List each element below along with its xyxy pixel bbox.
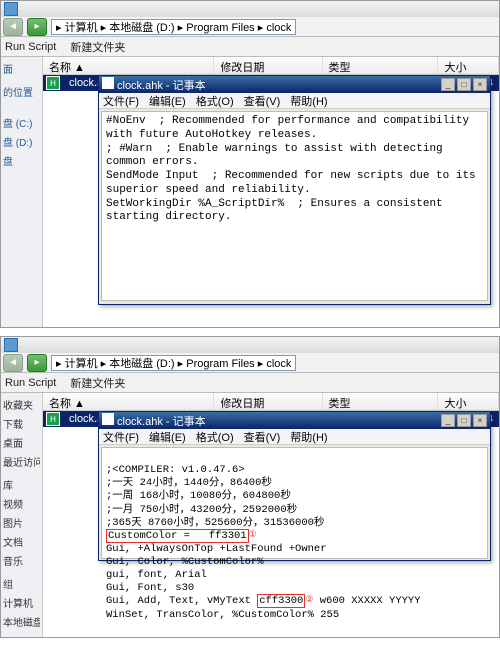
nav-forward-button[interactable]: ▸ bbox=[27, 354, 47, 372]
sidebar-item[interactable]: 桌面 bbox=[3, 435, 40, 450]
highlight-cff3300: cff3300 bbox=[257, 594, 305, 608]
notepad-menu: 文件(F) 编辑(E) 格式(O) 查看(V) 帮助(H) bbox=[99, 93, 490, 109]
menu-format[interactable]: 格式(O) bbox=[196, 93, 234, 108]
nav-back-button[interactable]: ◄ bbox=[3, 18, 23, 36]
sidebar-item[interactable]: 收藏夹 bbox=[3, 397, 40, 412]
notepad-textarea[interactable]: #NoEnv ; Recommended for performance and… bbox=[101, 111, 488, 301]
column-headers[interactable]: 名称 ▲ 修改日期 类型 大小 bbox=[43, 393, 499, 411]
sidebar-item[interactable]: 盘 bbox=[3, 153, 40, 168]
sidebar-item[interactable]: 盘 (C:) bbox=[3, 115, 40, 130]
notepad-window: clock.ahk - 记事本 _ □ × 文件(F) 编辑(E) 格式(O) … bbox=[98, 75, 491, 305]
new-folder-button[interactable]: 新建文件夹 bbox=[70, 375, 125, 391]
notepad-titlebar[interactable]: clock.ahk - 记事本 _ □ × bbox=[99, 412, 490, 429]
col-date[interactable]: 修改日期 bbox=[214, 393, 322, 410]
sidebar-item[interactable]: 组 bbox=[3, 576, 40, 591]
run-script-button[interactable]: Run Script bbox=[5, 41, 56, 53]
close-button[interactable]: × bbox=[473, 78, 487, 91]
nav-back-button[interactable]: ◄ bbox=[3, 354, 23, 372]
menu-view[interactable]: 查看(V) bbox=[244, 93, 281, 108]
col-size[interactable]: 大小 bbox=[438, 393, 499, 410]
ahk-icon: H bbox=[46, 412, 60, 426]
sidebar-item[interactable]: 面 bbox=[3, 61, 40, 76]
menu-edit[interactable]: 编辑(E) bbox=[149, 429, 186, 444]
sidebar-item[interactable]: 库 bbox=[3, 477, 40, 492]
menu-format[interactable]: 格式(O) bbox=[196, 429, 234, 444]
notepad-window: clock.ahk - 记事本 _ □ × 文件(F) 编辑(E) 格式(O) … bbox=[98, 411, 491, 561]
col-name[interactable]: 名称 ▲ bbox=[43, 57, 214, 74]
new-folder-button[interactable]: 新建文件夹 bbox=[70, 39, 125, 55]
column-headers[interactable]: 名称 ▲ 修改日期 类型 大小 bbox=[43, 57, 499, 75]
notepad-menu: 文件(F) 编辑(E) 格式(O) 查看(V) 帮助(H) bbox=[99, 429, 490, 445]
nav-forward-button[interactable]: ▸ bbox=[27, 18, 47, 36]
toolbar: Run Script 新建文件夹 bbox=[1, 37, 499, 57]
notepad-icon bbox=[102, 413, 114, 425]
toolbar: Run Script 新建文件夹 bbox=[1, 373, 499, 393]
ahk-icon: H bbox=[46, 76, 60, 90]
sidebar-item[interactable]: 视频 bbox=[3, 496, 40, 511]
sidebar-item[interactable]: 的位置 bbox=[3, 84, 40, 99]
run-script-button[interactable]: Run Script bbox=[5, 377, 56, 389]
sidebar-item[interactable]: 本地磁盘 (C:) bbox=[3, 614, 40, 629]
menu-help[interactable]: 帮助(H) bbox=[290, 93, 327, 108]
sidebar-item[interactable]: 最近访问的位置 bbox=[3, 454, 40, 469]
sidebar: 收藏夹 下载 桌面 最近访问的位置 库 视频 图片 文档 音乐 组 计算机 本地… bbox=[1, 393, 43, 637]
sidebar-item[interactable]: 图片 bbox=[3, 515, 40, 530]
minimize-button[interactable]: _ bbox=[441, 414, 455, 427]
col-date[interactable]: 修改日期 bbox=[214, 57, 322, 74]
sidebar: 面 的位置 盘 (C:) 盘 (D:) 盘 bbox=[1, 57, 43, 327]
sidebar-item[interactable]: 音乐 bbox=[3, 553, 40, 568]
highlight-customcolor: CustomColor = ff3301 bbox=[106, 529, 249, 543]
menu-edit[interactable]: 编辑(E) bbox=[149, 93, 186, 108]
col-name[interactable]: 名称 ▲ bbox=[43, 393, 214, 410]
sidebar-item[interactable]: 盘 (D:) bbox=[3, 134, 40, 149]
sidebar-item[interactable]: 计算机 bbox=[3, 595, 40, 610]
sidebar-item[interactable]: 下载 bbox=[3, 416, 40, 431]
maximize-button[interactable]: □ bbox=[457, 414, 471, 427]
notepad-titlebar[interactable]: clock.ahk - 记事本 _ □ × bbox=[99, 76, 490, 93]
menu-help[interactable]: 帮助(H) bbox=[290, 429, 327, 444]
address-bar[interactable]: ▸ 计算机 ▸ 本地磁盘 (D:) ▸ Program Files ▸ cloc… bbox=[51, 355, 296, 371]
window-icon bbox=[4, 2, 18, 16]
col-type[interactable]: 类型 bbox=[323, 57, 439, 74]
address-bar[interactable]: ▸ 计算机 ▸ 本地磁盘 (D:) ▸ Program Files ▸ cloc… bbox=[51, 19, 296, 35]
menu-view[interactable]: 查看(V) bbox=[244, 429, 281, 444]
col-size[interactable]: 大小 bbox=[438, 57, 499, 74]
minimize-button[interactable]: _ bbox=[441, 78, 455, 91]
maximize-button[interactable]: □ bbox=[457, 78, 471, 91]
menu-file[interactable]: 文件(F) bbox=[103, 93, 139, 108]
menu-file[interactable]: 文件(F) bbox=[103, 429, 139, 444]
notepad-icon bbox=[102, 77, 114, 89]
close-button[interactable]: × bbox=[473, 414, 487, 427]
sidebar-item[interactable]: 文档 bbox=[3, 534, 40, 549]
window-icon bbox=[4, 338, 18, 352]
notepad-textarea[interactable]: ;<COMPILER: v1.0.47.6> ;一天 24小时，1440分，86… bbox=[101, 447, 488, 559]
col-type[interactable]: 类型 bbox=[323, 393, 439, 410]
